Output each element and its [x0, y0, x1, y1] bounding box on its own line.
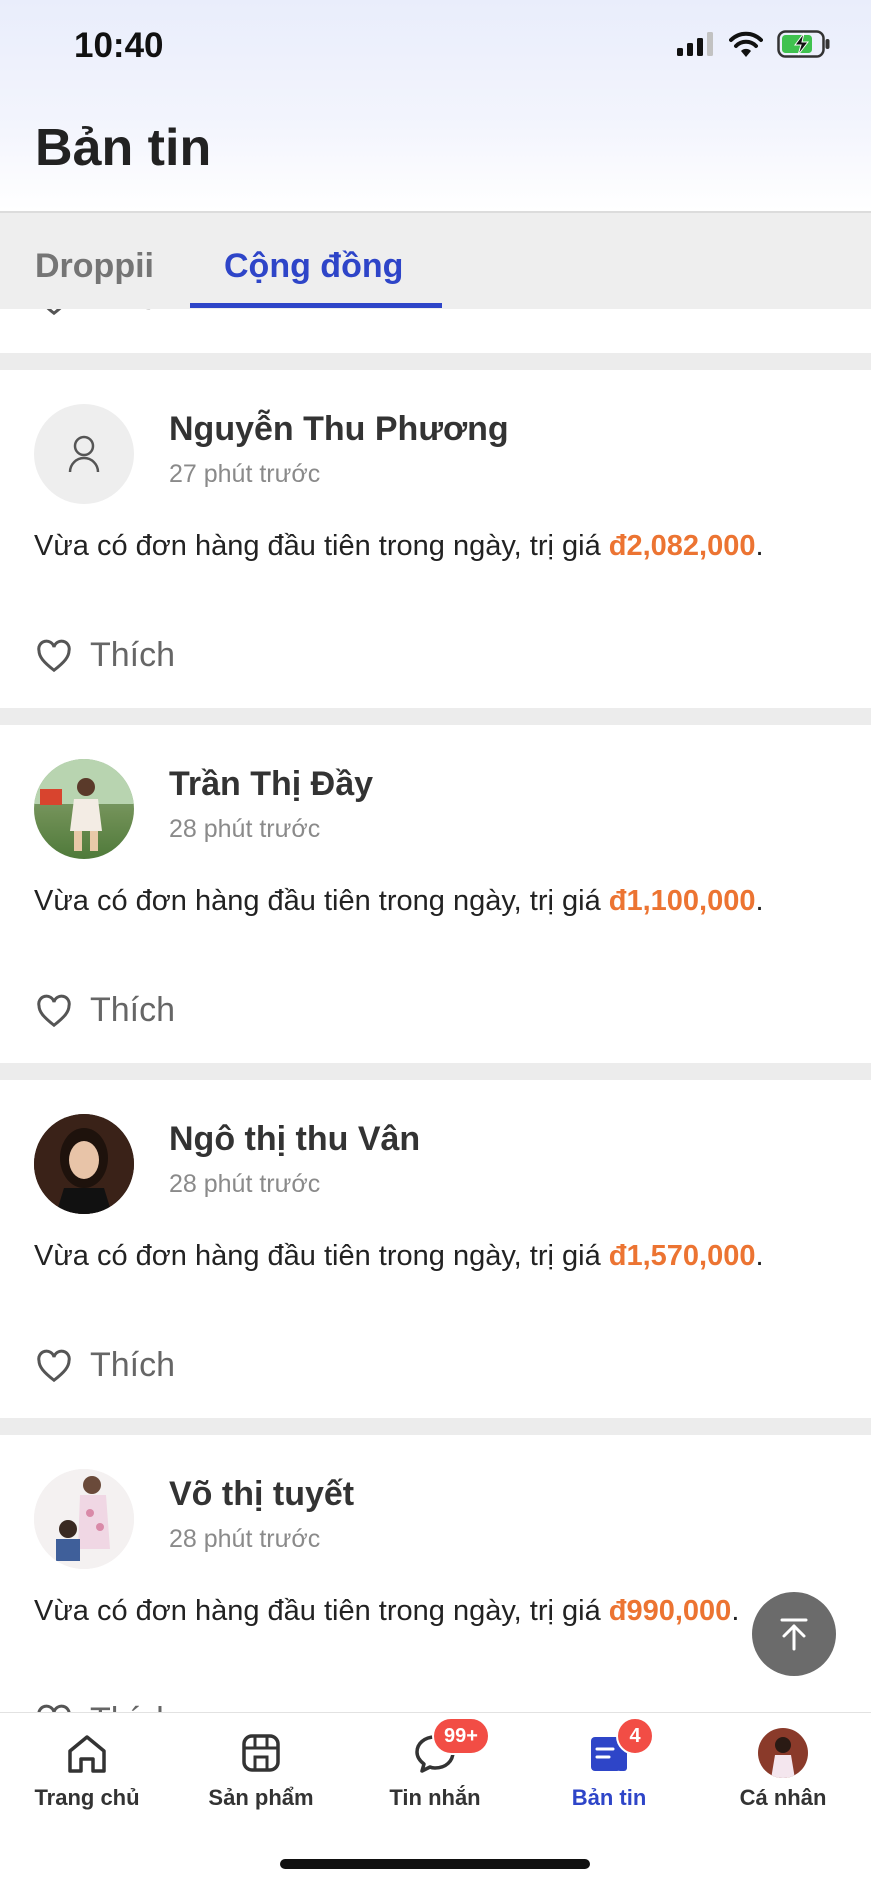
post-time: 28 phút trước [169, 1170, 321, 1198]
status-icons [677, 30, 831, 58]
feed-post: Ngô thị thu Vân 28 phút trước Vừa có đơn… [0, 1080, 871, 1418]
order-amount: đ1,570,000 [608, 1240, 756, 1272]
tab-droppii[interactable]: Droppii [35, 247, 154, 286]
photo-avatar[interactable] [34, 1469, 134, 1569]
post-message-text: Vừa có đơn hàng đầu tiên trong ngày, trị… [34, 530, 609, 562]
post-message: Vừa có đơn hàng đầu tiên trong ngày, trị… [34, 1595, 739, 1628]
like-button[interactable]: Thích [36, 991, 175, 1030]
signal-icon [677, 32, 713, 56]
like-label: Thích [90, 991, 176, 1029]
post-separator [0, 1418, 871, 1435]
post-message-suffix: . [755, 1240, 764, 1272]
tab-cong-dong[interactable]: Cộng đồng [224, 247, 403, 286]
heart-icon [37, 1704, 71, 1712]
post-separator [0, 1063, 871, 1080]
post-time: 28 phút trước [169, 1525, 321, 1553]
post-message-suffix: . [755, 885, 764, 917]
nav-ca-nhan[interactable]: Cá nhân [696, 1713, 870, 1823]
home-icon [68, 1735, 106, 1773]
like-label: Thích [90, 1701, 175, 1712]
post-message-text: Vừa có đơn hàng đầu tiên trong ngày, trị… [34, 1240, 609, 1272]
active-tab-indicator [190, 303, 442, 308]
nav-label: Cá nhân [739, 1785, 827, 1810]
default-avatar[interactable] [34, 404, 134, 504]
nav-ban-tin[interactable]: 4 Bản tin [522, 1713, 696, 1823]
person-photo-icon [34, 759, 134, 851]
post-message-suffix: . [731, 1595, 740, 1627]
photo-avatar[interactable] [34, 759, 134, 859]
post-author[interactable]: Ngô thị thu Vân [169, 1120, 420, 1159]
battery-icon [777, 30, 830, 58]
nav-san-pham[interactable]: Sản phẩm [174, 1713, 348, 1823]
nav-trang-chu[interactable]: Trang chủ [0, 1713, 174, 1823]
status-time: 10:40 [74, 26, 164, 65]
post-time: 28 phút trước [169, 815, 321, 843]
feed-post: Nguyễn Thu Phương 27 phút trước Vừa có đ… [0, 370, 871, 708]
nav-label: Trang chủ [34, 1785, 140, 1810]
post-message: Vừa có đơn hàng đầu tiên trong ngày, trị… [34, 885, 764, 918]
nav-label: Sản phẩm [208, 1785, 314, 1810]
home-indicator [280, 1859, 590, 1869]
like-label: Thích [90, 1346, 176, 1384]
heart-icon [37, 994, 71, 1027]
header: 10:40 Bản tin [0, 0, 871, 210]
person-photo-icon [34, 1114, 134, 1214]
profile-avatar [758, 1728, 808, 1778]
post-message-suffix: . [755, 530, 764, 562]
order-amount: đ2,082,000 [608, 530, 756, 562]
post-author[interactable]: Võ thị tuyết [169, 1475, 354, 1514]
post-author[interactable]: Nguyễn Thu Phương [169, 410, 509, 449]
post-separator [0, 708, 871, 725]
nav-label: Tin nhắn [389, 1785, 481, 1810]
wifi-icon [729, 31, 763, 57]
tab-bar: Droppii Cộng đồng [0, 211, 871, 309]
post-author[interactable]: Trần Thị Đầy [169, 765, 373, 804]
news-count-badge: 4 [616, 1717, 654, 1755]
scroll-to-top-button[interactable] [752, 1592, 836, 1676]
feed-post: Trần Thị Đầy 28 phút trước Vừa có đơn hà… [0, 725, 871, 1063]
like-button[interactable]: Thích [36, 1701, 175, 1712]
post-time: 27 phút trước [169, 460, 321, 488]
feed-post: Võ thị tuyết 28 phút trước Vừa có đơn hà… [0, 1435, 871, 1712]
feed[interactable]: Thích Nguyễn Thu Phương 27 phút trước Vừ… [0, 307, 871, 1712]
post-message: Vừa có đơn hàng đầu tiên trong ngày, trị… [34, 1240, 764, 1273]
user-icon [68, 435, 100, 473]
like-label: Thích [90, 636, 176, 674]
nav-label: Bản tin [571, 1785, 647, 1810]
store-icon [242, 1734, 280, 1772]
post-message-text: Vừa có đơn hàng đầu tiên trong ngày, trị… [34, 885, 609, 917]
page-title: Bản tin [35, 119, 212, 177]
photo-avatar[interactable] [34, 1114, 134, 1214]
post-message: Vừa có đơn hàng đầu tiên trong ngày, trị… [34, 530, 764, 563]
order-amount: đ990,000 [608, 1595, 732, 1627]
like-button[interactable]: Thích [36, 636, 175, 675]
arrow-up-icon [780, 1618, 808, 1651]
order-amount: đ1,100,000 [608, 885, 756, 917]
heart-icon [37, 639, 71, 672]
like-button[interactable]: Thích [36, 1346, 175, 1385]
nav-tin-nhan[interactable]: 99+ Tin nhắn [348, 1713, 522, 1823]
person-photo-icon [34, 1469, 134, 1569]
post-message-text: Vừa có đơn hàng đầu tiên trong ngày, trị… [34, 1595, 609, 1627]
message-count-badge: 99+ [432, 1717, 490, 1755]
heart-icon [37, 1349, 71, 1382]
post-separator [0, 353, 871, 370]
